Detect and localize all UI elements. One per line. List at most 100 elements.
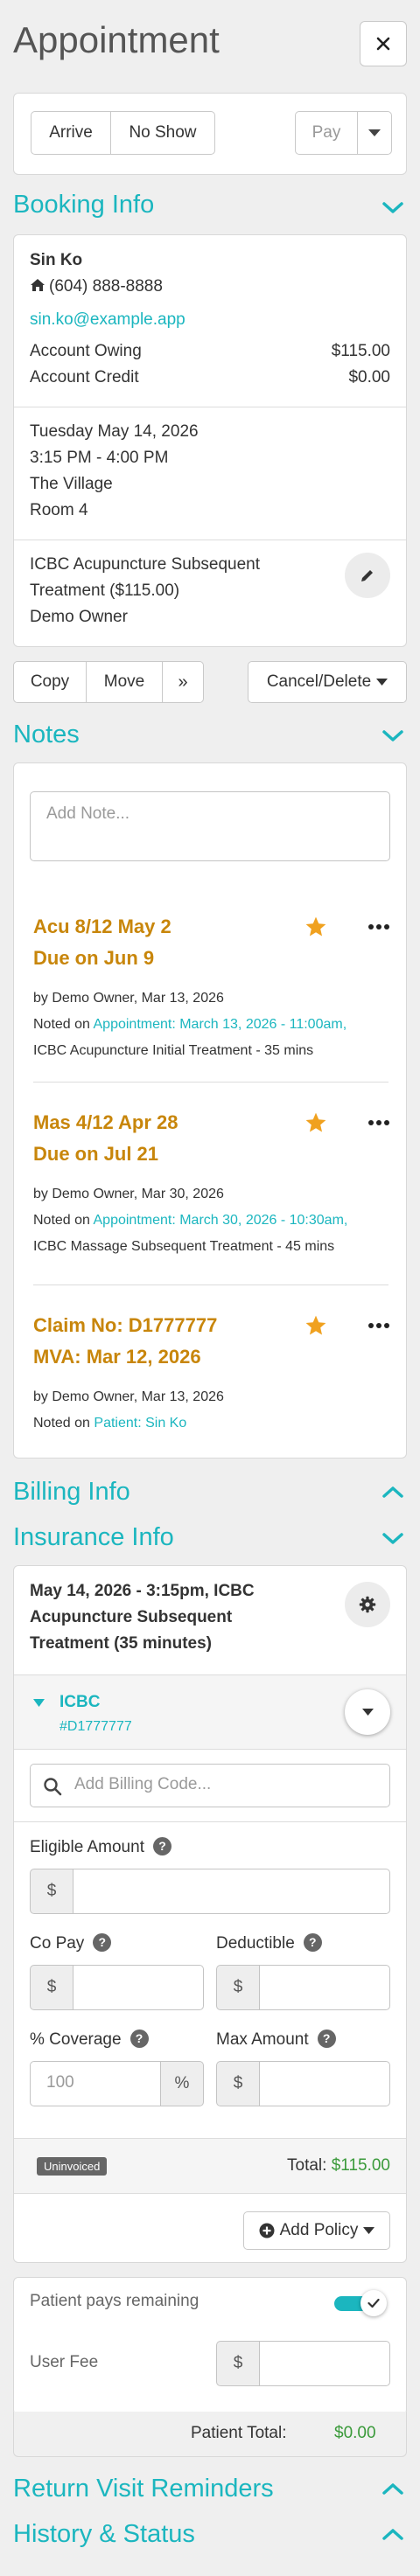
close-button[interactable] (360, 21, 407, 66)
eligible-amount-input[interactable] (73, 1869, 390, 1914)
more-options-icon[interactable] (368, 923, 390, 930)
note-meta: by Demo Owner, Mar 13, 2026 (33, 1389, 224, 1404)
policy-menu-button[interactable] (345, 1689, 390, 1735)
patient-pays-remaining-label: Patient pays remaining (30, 2292, 200, 2310)
deductible-input[interactable] (259, 1965, 390, 2010)
coverage-label: % Coverage? (30, 2029, 149, 2050)
booking-info-title[interactable]: Booking Info (13, 191, 154, 219)
insurance-total-row: Uninvoiced Total: $115.00 (14, 2138, 406, 2194)
more-actions-button[interactable]: » (162, 661, 204, 703)
note-title: Mas 4/12 Apr 28 (33, 1111, 178, 1133)
percent-addon: % (160, 2061, 204, 2106)
policy-number: #D1777777 (60, 1719, 132, 1734)
user-fee-input[interactable] (259, 2341, 390, 2386)
patient-pays-card: Patient pays remaining User Fee $ (13, 2277, 407, 2415)
note-subtitle: Due on Jun 9 (33, 947, 155, 969)
help-icon[interactable]: ? (303, 1933, 322, 1952)
move-button[interactable]: Move (86, 661, 163, 703)
note-noted-on: Noted on Appointment: March 13, 2026 - 1… (33, 1012, 346, 1037)
note-link[interactable]: Patient: Sin Ko (94, 1416, 186, 1431)
star-icon[interactable] (304, 1314, 327, 1337)
co-pay-label: Co Pay? (30, 1933, 112, 1953)
note-link[interactable]: Appointment: March 30, 2026 - 10:30am, (94, 1213, 348, 1228)
account-owing-label: Account Owing (30, 342, 142, 360)
page-title: Appointment (13, 19, 220, 60)
caret-down-icon (368, 129, 381, 136)
note-link[interactable]: ICBC Massage Subsequent Treatment - 45 m… (33, 1234, 334, 1259)
appointment-date: Tuesday May 14, 2026 (30, 422, 199, 441)
add-policy-button[interactable]: Add Policy (243, 2211, 390, 2250)
cancel-delete-button[interactable]: Cancel/Delete (248, 661, 407, 703)
note-title: Claim No: D1777777 (33, 1314, 218, 1336)
edit-treatment-button[interactable] (345, 553, 390, 598)
patient-pays-toggle[interactable] (334, 2290, 388, 2316)
more-options-icon[interactable] (368, 1119, 390, 1126)
eligible-amount-label: Eligible Amount? (30, 1837, 172, 1857)
help-icon[interactable]: ? (93, 1933, 112, 1952)
appointment-page: Appointment Arrive No Show Pay Booking I… (0, 0, 420, 2576)
insurance-total: Total: $115.00 (287, 2156, 390, 2176)
insurance-appointment-line1: May 14, 2026 - 3:15pm, ICBC (30, 1582, 255, 1600)
status-card: Arrive No Show Pay (13, 93, 407, 175)
booking-card: Sin Ko (604) 888-8888 sin.ko@example.app… (13, 234, 407, 647)
email-link[interactable]: sin.ko@example.app (30, 310, 186, 330)
noted-on-label: Noted on (33, 1416, 90, 1431)
status-badge: Uninvoiced (37, 2157, 108, 2176)
policy-row: ICBC #D1777777 (14, 1674, 406, 1750)
add-policy-label: Add Policy (279, 2221, 359, 2239)
caret-down-icon (376, 679, 388, 686)
currency-addon: $ (216, 2341, 260, 2386)
star-icon[interactable] (304, 1111, 327, 1134)
chevron-down-icon[interactable] (382, 201, 404, 219)
pay-button[interactable]: Pay (295, 111, 358, 155)
deductible-label: Deductible? (216, 1933, 322, 1953)
search-icon (44, 1778, 62, 1796)
practitioner-name: Demo Owner (30, 608, 128, 626)
copy-button[interactable]: Copy (13, 661, 87, 703)
notes-card: Add Note... Acu 8/12 May 2 Due on Jun 9 … (13, 762, 407, 1459)
chevron-down-icon[interactable] (382, 1532, 404, 1549)
phone-row: (604) 888-8888 (30, 277, 163, 296)
pay-dropdown-button[interactable] (357, 111, 392, 155)
star-icon[interactable] (304, 916, 327, 938)
patient-name[interactable]: Sin Ko (30, 251, 82, 270)
help-icon[interactable]: ? (317, 2029, 336, 2048)
notes-title[interactable]: Notes (13, 721, 80, 749)
insurance-appointment-line3: Treatment (35 minutes) (30, 1634, 212, 1653)
caret-down-icon[interactable] (33, 1699, 45, 1707)
add-note-input[interactable]: Add Note... (30, 791, 390, 861)
account-credit-value: $0.00 (348, 368, 390, 386)
patient-total-value: $0.00 (334, 2424, 376, 2442)
help-icon[interactable]: ? (130, 2029, 149, 2048)
billing-info-title[interactable]: Billing Info (13, 1478, 130, 1507)
billing-code-input[interactable]: Add Billing Code... (30, 1764, 390, 1807)
help-icon[interactable]: ? (152, 1837, 172, 1855)
note-link[interactable]: ICBC Acupuncture Initial Treatment - 35 … (33, 1038, 313, 1063)
no-show-button[interactable]: No Show (110, 111, 215, 155)
more-options-icon[interactable] (368, 1322, 390, 1329)
close-icon (376, 37, 390, 51)
phone-number[interactable]: (604) 888-8888 (49, 277, 163, 296)
treatment-line1: ICBC Acupuncture Subsequent (30, 555, 261, 574)
co-pay-input[interactable] (73, 1965, 204, 2010)
noted-on-label: Noted on (33, 1213, 90, 1228)
arrive-button[interactable]: Arrive (31, 111, 111, 155)
home-icon (31, 279, 45, 291)
total-label: Total: (287, 2156, 327, 2175)
chevron-down-icon[interactable] (382, 729, 404, 747)
policy-name[interactable]: ICBC (60, 1693, 100, 1712)
insurance-info-title[interactable]: Insurance Info (13, 1523, 174, 1552)
chevron-up-icon[interactable] (382, 2527, 404, 2545)
account-owing-value: $115.00 (331, 342, 390, 360)
chevron-up-icon[interactable] (382, 1485, 404, 1502)
note-meta: by Demo Owner, Mar 13, 2026 (33, 991, 224, 1006)
note-link[interactable]: Appointment: March 13, 2026 - 11:00am, (94, 1017, 347, 1032)
insurance-settings-button[interactable] (345, 1582, 390, 1627)
coverage-placeholder: 100 (46, 2073, 74, 2092)
coverage-input[interactable]: 100 (30, 2061, 161, 2106)
return-visit-reminders-title[interactable]: Return Visit Reminders (13, 2475, 274, 2503)
chevron-up-icon[interactable] (382, 2482, 404, 2499)
history-status-title[interactable]: History & Status (13, 2520, 195, 2549)
max-amount-input[interactable] (259, 2061, 390, 2106)
toggle-knob (360, 2290, 387, 2316)
